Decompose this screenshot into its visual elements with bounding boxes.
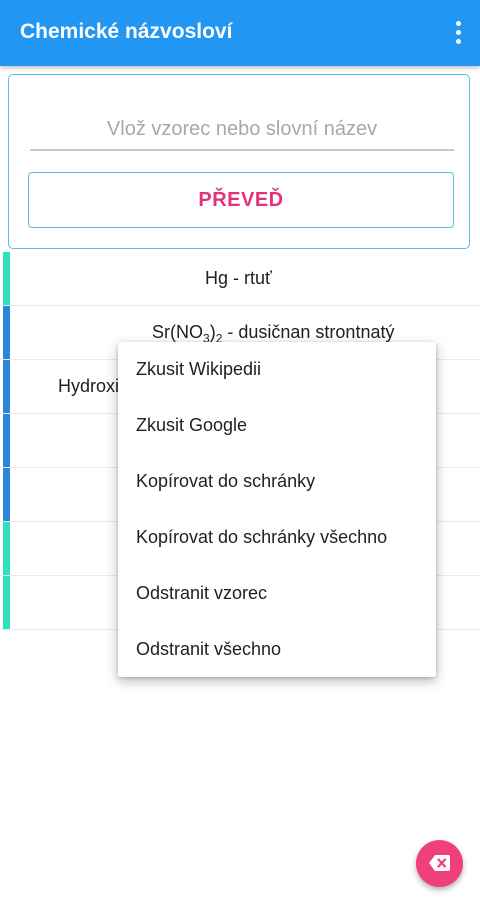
menu-item-try-google[interactable]: Zkusit Google [118, 398, 436, 454]
menu-item-delete-formula[interactable]: Odstranit vzorec [118, 566, 436, 622]
result-marker [3, 306, 10, 359]
more-vert-icon[interactable] [448, 18, 468, 48]
result-text: Sr(NO3)2 - dusičnan strontnatý [152, 322, 395, 345]
result-text: Hg - rtuť [205, 268, 272, 288]
convert-button[interactable]: PŘEVEĎ [28, 172, 454, 228]
formula-input[interactable] [30, 109, 454, 149]
formula-part: Sr(NO [152, 322, 203, 342]
result-marker [3, 252, 10, 305]
menu-item-label: Odstranit všechno [136, 639, 282, 659]
menu-item-copy-all[interactable]: Kopírovat do schránky všechno [118, 510, 436, 566]
result-marker [3, 468, 10, 521]
result-marker [3, 360, 10, 413]
result-marker [3, 522, 10, 575]
menu-item-label: Kopírovat do schránky všechno [136, 527, 388, 547]
menu-item-label: Kopírovat do schránky [136, 471, 316, 491]
menu-item-label: Zkusit Google [136, 415, 248, 435]
menu-item-try-wikipedia[interactable]: Zkusit Wikipedii [118, 342, 436, 398]
context-menu: Zkusit Wikipedii Zkusit Google Kopírovat… [118, 342, 436, 677]
backspace-icon [429, 855, 450, 871]
menu-item-label: Zkusit Wikipedii [136, 359, 262, 379]
formula-input-wrapper [30, 109, 454, 151]
formula-name: - dusičnan strontnatý [222, 322, 395, 342]
clear-fab-button[interactable] [416, 840, 463, 887]
app-title: Chemické názvosloví [20, 20, 233, 43]
input-card: PŘEVEĎ [8, 74, 470, 249]
menu-item-label: Odstranit vzorec [136, 583, 268, 603]
menu-item-copy[interactable]: Kopírovat do schránky [118, 454, 436, 510]
result-row[interactable]: Hg - rtuť [0, 252, 480, 306]
app-bar: Chemické názvosloví [0, 0, 480, 66]
menu-item-delete-all[interactable]: Odstranit všechno [118, 622, 436, 678]
result-marker [3, 414, 10, 467]
result-marker [3, 576, 10, 629]
